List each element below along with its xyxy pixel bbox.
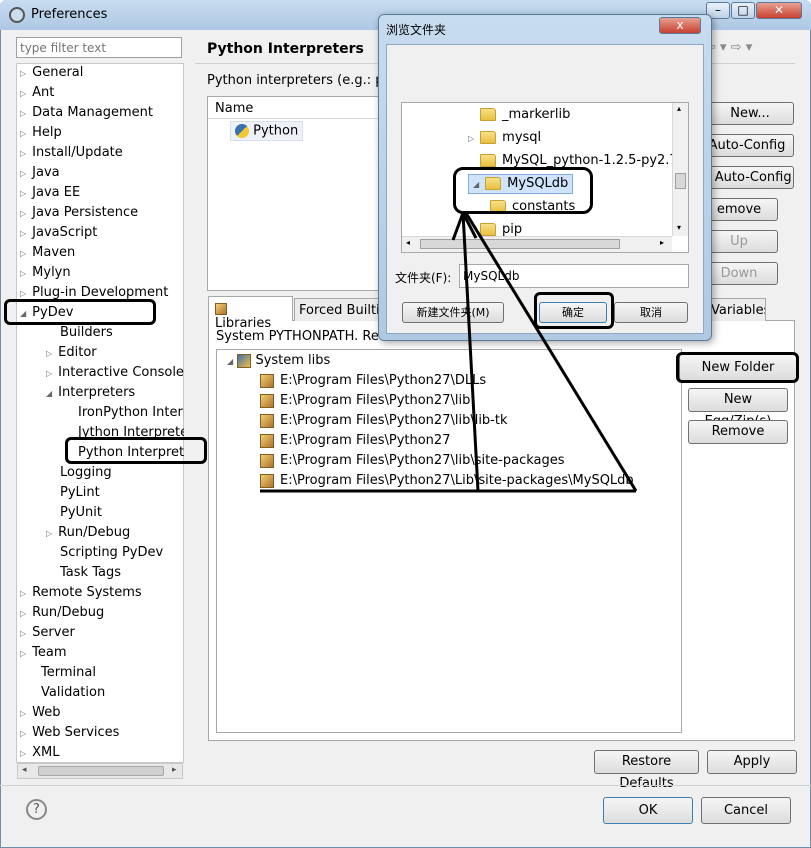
annotation-arrows bbox=[260, 212, 638, 493]
